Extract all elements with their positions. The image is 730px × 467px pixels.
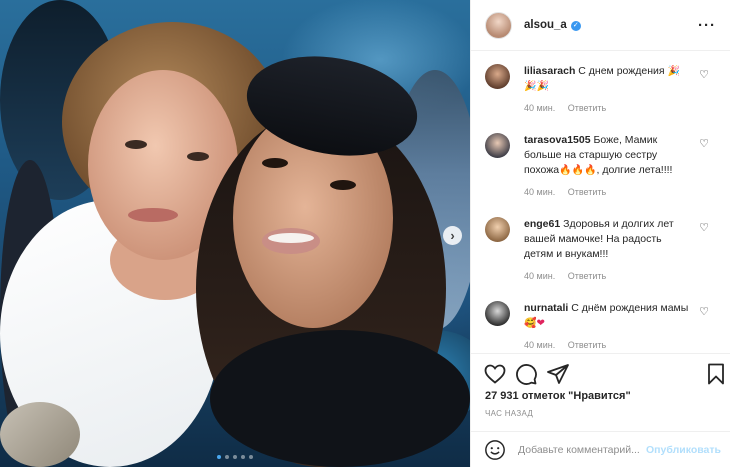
post-author[interactable]: alsou_a ✓ bbox=[524, 19, 581, 31]
eye bbox=[262, 158, 288, 168]
chevron-right-icon[interactable]: › bbox=[443, 226, 462, 245]
carousel-dot bbox=[241, 455, 245, 459]
comment-username[interactable]: liliasarach bbox=[524, 65, 575, 77]
post-actions bbox=[471, 353, 730, 393]
heart-icon[interactable]: ♡ bbox=[699, 137, 709, 150]
comment-username[interactable]: nurnatali bbox=[524, 302, 568, 314]
carousel-dot bbox=[217, 455, 221, 459]
carousel-dots bbox=[0, 455, 470, 459]
heart-icon[interactable]: ♡ bbox=[699, 221, 709, 234]
list-item: tarasova1505 Боже, Мамик больше на старш… bbox=[485, 133, 723, 200]
avatar[interactable] bbox=[485, 64, 510, 89]
list-item: enge61 Здоровья и долгих лет вашей мамоч… bbox=[485, 217, 723, 284]
avatar[interactable] bbox=[485, 301, 510, 326]
eye bbox=[330, 180, 356, 190]
reply-button[interactable]: Ответить bbox=[568, 340, 606, 350]
comment-text: С днем рождения bbox=[578, 65, 665, 77]
comment-input[interactable] bbox=[518, 443, 646, 456]
lips bbox=[128, 208, 178, 222]
comment-time: 40 мин. bbox=[524, 340, 556, 350]
reply-button[interactable]: Ответить bbox=[568, 103, 606, 113]
carousel-dot bbox=[225, 455, 229, 459]
reply-button[interactable]: Ответить bbox=[568, 271, 606, 281]
post-photo[interactable]: › bbox=[0, 0, 470, 467]
heart-icon[interactable]: ♡ bbox=[699, 68, 709, 81]
share-icon[interactable] bbox=[546, 362, 570, 386]
username[interactable]: alsou_a bbox=[524, 19, 567, 31]
comment-time: 40 мин. bbox=[524, 103, 556, 113]
post-side-panel: alsou_a ✓ ··· liliasarach С днем рождения… bbox=[470, 0, 730, 467]
fire-icon: 🔥 bbox=[559, 165, 572, 176]
smile-icon[interactable] bbox=[484, 439, 506, 461]
comment-time: 40 мин. bbox=[524, 187, 556, 197]
more-icon[interactable]: ··· bbox=[698, 17, 716, 34]
post-header: alsou_a ✓ ··· bbox=[471, 0, 730, 51]
party-popper-icon: 🎉 bbox=[667, 66, 680, 77]
list-item: nurnatali С днём рождения мамы 🥰❤ 40 мин… bbox=[485, 301, 723, 352]
comment-time: 40 мин. bbox=[524, 271, 556, 281]
list-item: liliasarach С днем рождения 🎉 🎉🎉 40 мин. … bbox=[485, 64, 723, 116]
party-popper-icon: 🎉 bbox=[536, 81, 549, 92]
heart-icon[interactable] bbox=[483, 362, 507, 386]
comment-icon[interactable] bbox=[514, 362, 538, 386]
avatar[interactable] bbox=[485, 133, 510, 158]
fire-icon: 🔥 bbox=[571, 165, 585, 176]
black-top bbox=[210, 330, 470, 467]
comment-username[interactable]: tarasova1505 bbox=[524, 134, 591, 146]
heart-icon[interactable]: ♡ bbox=[699, 305, 709, 318]
comment-text: , долгие лета!!!! bbox=[596, 164, 673, 176]
comment-username[interactable]: enge61 bbox=[524, 218, 560, 230]
carousel-dot bbox=[249, 455, 253, 459]
party-popper-icon: 🎉 bbox=[524, 81, 537, 92]
avatar[interactable] bbox=[485, 217, 510, 242]
comment-text: С днём рождения мамы bbox=[571, 302, 689, 314]
smile bbox=[268, 233, 314, 243]
carousel-dot bbox=[233, 455, 237, 459]
smiling-face-with-hearts-icon: 🥰 bbox=[524, 318, 537, 329]
add-comment-bar: Опубликовать bbox=[471, 431, 730, 467]
eye bbox=[125, 140, 147, 149]
bookmark-icon[interactable] bbox=[704, 362, 728, 386]
post-comment-button[interactable]: Опубликовать bbox=[646, 444, 721, 456]
eye bbox=[187, 152, 209, 161]
verified-icon: ✓ bbox=[570, 21, 581, 31]
likes-count[interactable]: 27 931 отметок "Нравится" bbox=[485, 390, 631, 402]
red-heart-icon: ❤ bbox=[536, 318, 545, 329]
comments-list: liliasarach С днем рождения 🎉 🎉🎉 40 мин. … bbox=[471, 52, 730, 352]
reply-button[interactable]: Ответить bbox=[568, 187, 606, 197]
post-timestamp[interactable]: ЧАС НАЗАД bbox=[485, 409, 533, 418]
fire-icon: 🔥 bbox=[584, 165, 597, 176]
avatar[interactable] bbox=[485, 11, 512, 39]
